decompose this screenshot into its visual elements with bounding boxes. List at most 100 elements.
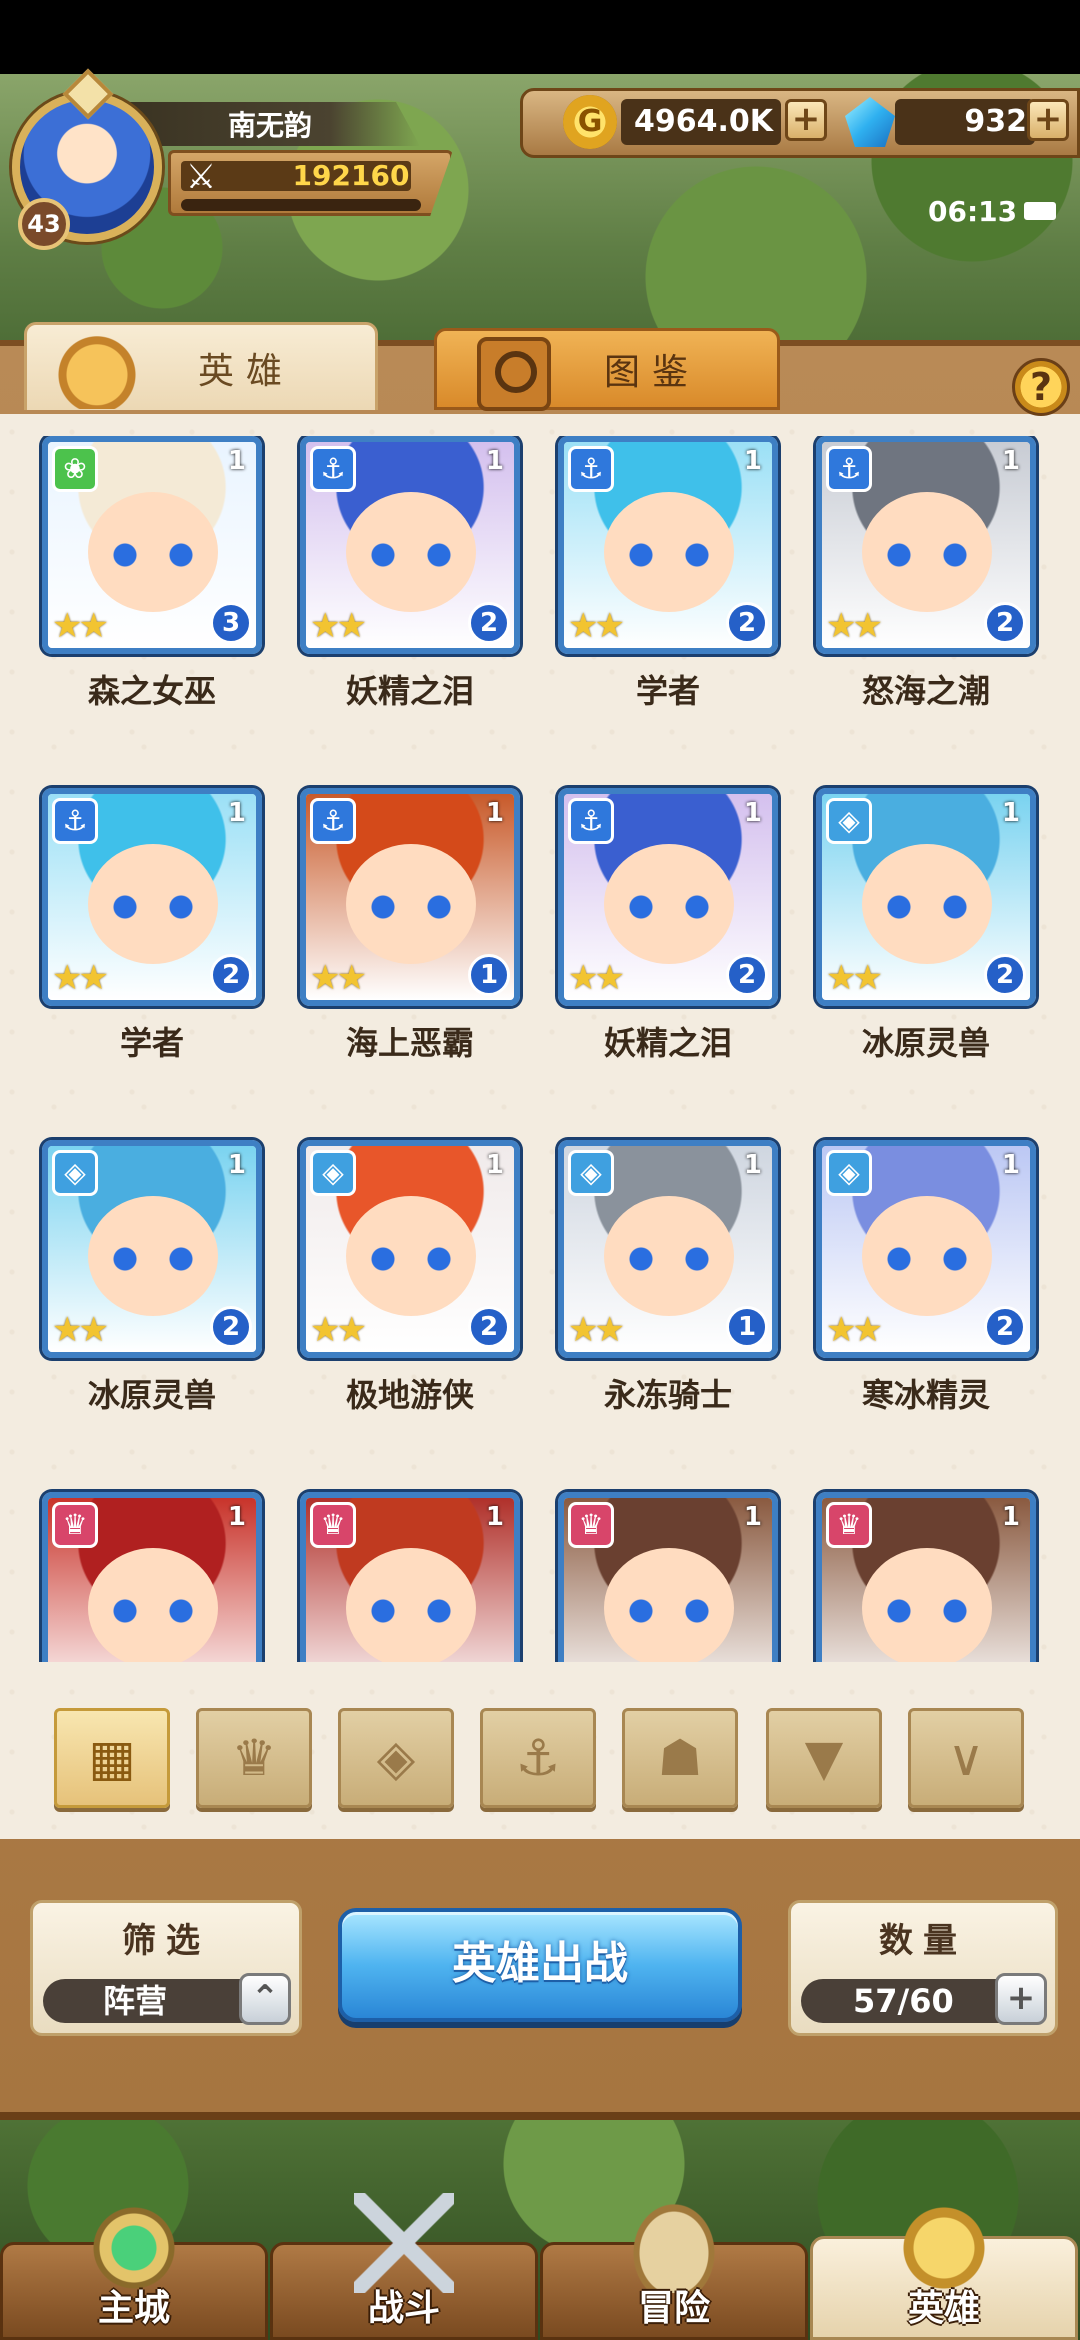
crossed-swords-icon: ⚔ xyxy=(185,157,217,197)
hero-portrait-frame: ♛ 1 xyxy=(300,1492,520,1662)
hero-name: 永冻骑士 xyxy=(603,1376,732,1414)
hero-portrait-frame: ⚓ 1 ★★ 2 xyxy=(816,436,1036,654)
hero-eyes xyxy=(368,1246,454,1272)
hero-portrait-frame: ♛ 1 xyxy=(42,1492,262,1662)
helm-gold-icon xyxy=(894,2193,994,2293)
nav-scroll[interactable]: 冒险 xyxy=(540,2193,808,2340)
hero-stars: ★★ xyxy=(568,958,625,998)
nav-label: 冒险 xyxy=(637,2288,710,2329)
scroll-icon xyxy=(624,2193,724,2293)
ocean-faction-icon: ⚓ xyxy=(52,798,98,844)
hero-stars: ★★ xyxy=(52,958,109,998)
hero-grade-badge: 2 xyxy=(984,602,1026,644)
hero-grade-badge: 2 xyxy=(210,954,252,996)
add-gold-button[interactable]: + xyxy=(785,99,827,141)
ice-faction-icon[interactable]: ◈ xyxy=(338,1708,454,1808)
hero-stage: 1 xyxy=(1001,446,1020,476)
hero-card[interactable]: ⚓ 1 ★★ 1 海上恶霸 xyxy=(300,788,520,1118)
beast-faction-icon[interactable]: ☗ xyxy=(622,1708,738,1808)
help-button[interactable]: ? xyxy=(1012,358,1070,416)
hero-eyes xyxy=(884,894,970,920)
hero-name: 森之女巫 xyxy=(87,672,216,710)
hero-card[interactable]: ⚓ 1 ★★ 2 学者 xyxy=(42,788,262,1118)
tab-codex[interactable]: 图鉴 xyxy=(434,328,780,411)
hero-card[interactable]: ◈ 1 ★★ 2 冰原灵兽 xyxy=(42,1140,262,1470)
hero-card[interactable]: ⚓ 1 ★★ 2 妖精之泪 xyxy=(300,436,520,766)
hero-card[interactable]: ⚓ 1 ★★ 2 怒海之潮 xyxy=(816,436,1036,766)
hero-grade-badge: 2 xyxy=(984,954,1026,996)
hero-stage: 1 xyxy=(227,1502,246,1532)
grid-icon[interactable]: ▦ xyxy=(54,1708,170,1808)
hero-name: 妖精之泪 xyxy=(345,672,474,710)
battery-icon xyxy=(1024,202,1056,220)
hero-card[interactable]: ♛ 1 xyxy=(300,1492,520,1662)
player-avatar[interactable]: 43 xyxy=(8,68,170,250)
nav-label: 战斗 xyxy=(367,2288,440,2329)
hero-eyes xyxy=(110,1246,196,1272)
hero-card[interactable]: ⚓ 1 ★★ 2 妖精之泪 xyxy=(558,788,778,1118)
hero-grid: ❀ 1 ★★ 3 森之女巫 ⚓ 1 ★★ 2 妖精之泪 ⚓ 1 ★★ 2 学者 ⚓ 1 ★★ 2 怒海之潮 ⚓ 1 ★★ 2 学… xyxy=(0,436,1080,1662)
hero-stars: ★★ xyxy=(826,958,883,998)
ice-faction-icon: ◈ xyxy=(826,1150,872,1196)
nav-label: 英雄 xyxy=(907,2288,980,2329)
light-faction-icon[interactable]: ∨ xyxy=(908,1708,1024,1808)
hero-eyes xyxy=(626,542,712,568)
hero-portrait-frame: ◈ 1 ★★ 2 xyxy=(816,788,1036,1006)
hero-portrait-frame: ◈ 1 ★★ 2 xyxy=(816,1140,1036,1358)
ocean-faction-icon: ⚓ xyxy=(310,798,356,844)
hero-eyes xyxy=(626,1246,712,1272)
fire-faction-icon: ♛ xyxy=(52,1502,98,1548)
nav-castle[interactable]: 主城 xyxy=(0,2193,268,2340)
hero-grade-badge: 2 xyxy=(468,1306,510,1348)
ice-faction-icon: ◈ xyxy=(568,1150,614,1196)
power-panel: ⚔ 192160 xyxy=(168,150,453,216)
nav-swords[interactable]: 战斗 xyxy=(270,2193,538,2340)
hero-name: 怒海之潮 xyxy=(861,672,990,710)
hero-name: 极地游侠 xyxy=(345,1376,474,1414)
hero-card[interactable]: ◈ 1 ★★ 2 寒冰精灵 xyxy=(816,1140,1036,1470)
dark-faction-icon[interactable]: ▼ xyxy=(766,1708,882,1808)
nav-label: 主城 xyxy=(97,2288,170,2329)
tab-heroes[interactable]: 英雄 xyxy=(24,322,378,410)
hero-name: 学者 xyxy=(119,1024,184,1062)
hero-card[interactable]: ♛ 1 xyxy=(558,1492,778,1662)
hero-portrait-frame: ♛ 1 xyxy=(558,1492,778,1662)
hero-portrait-frame: ◈ 1 ★★ 2 xyxy=(42,1140,262,1358)
hero-stars: ★★ xyxy=(826,1310,883,1350)
hero-eyes xyxy=(884,1246,970,1272)
chevron-up-icon[interactable]: ⌃ xyxy=(239,1973,291,2025)
add-slots-button[interactable]: + xyxy=(995,1973,1047,2025)
hero-grade-badge: 1 xyxy=(468,954,510,996)
hero-grade-badge: 2 xyxy=(210,1306,252,1348)
hero-card[interactable]: ⚓ 1 ★★ 2 学者 xyxy=(558,436,778,766)
forest-faction-icon: ❀ xyxy=(52,446,98,492)
hero-portrait-frame: ⚓ 1 ★★ 2 xyxy=(300,436,520,654)
fire-faction-icon: ♛ xyxy=(826,1502,872,1548)
hero-stage: 1 xyxy=(743,798,762,828)
deploy-heroes-button[interactable]: 英雄出战 xyxy=(338,1908,742,2022)
ocean-faction-icon: ⚓ xyxy=(568,446,614,492)
hero-stars: ★★ xyxy=(568,1310,625,1350)
hero-card[interactable]: ◈ 1 ★★ 1 永冻骑士 xyxy=(558,1140,778,1470)
hero-stage: 1 xyxy=(227,446,246,476)
add-gems-button[interactable]: + xyxy=(1027,99,1069,141)
hero-name: 妖精之泪 xyxy=(603,1024,732,1062)
ocean-faction-icon: ⚓ xyxy=(310,446,356,492)
anchor-faction-icon[interactable]: ⚓ xyxy=(480,1708,596,1808)
faction-filter-value: 阵营 xyxy=(103,1982,168,2020)
hero-stage: 1 xyxy=(485,798,504,828)
player-level-badge: 43 xyxy=(18,198,70,250)
hero-eyes xyxy=(626,894,712,920)
hero-portrait-frame: ◈ 1 ★★ 1 xyxy=(558,1140,778,1358)
hero-card[interactable]: ◈ 1 ★★ 2 冰原灵兽 xyxy=(816,788,1036,1118)
hero-card[interactable]: ♛ 1 xyxy=(816,1492,1036,1662)
hero-stage: 1 xyxy=(485,1150,504,1180)
nav-helm-gold[interactable]: 英雄 xyxy=(810,2193,1078,2340)
hero-grade-badge: 2 xyxy=(468,602,510,644)
hero-card[interactable]: ❀ 1 ★★ 3 森之女巫 xyxy=(42,436,262,766)
hero-eyes xyxy=(368,894,454,920)
flame-faction-icon[interactable]: ♛ xyxy=(196,1708,312,1808)
hero-card[interactable]: ◈ 1 ★★ 2 极地游侠 xyxy=(300,1140,520,1470)
hero-card[interactable]: ♛ 1 xyxy=(42,1492,262,1662)
gold-amount: 4964.0K xyxy=(621,99,781,145)
